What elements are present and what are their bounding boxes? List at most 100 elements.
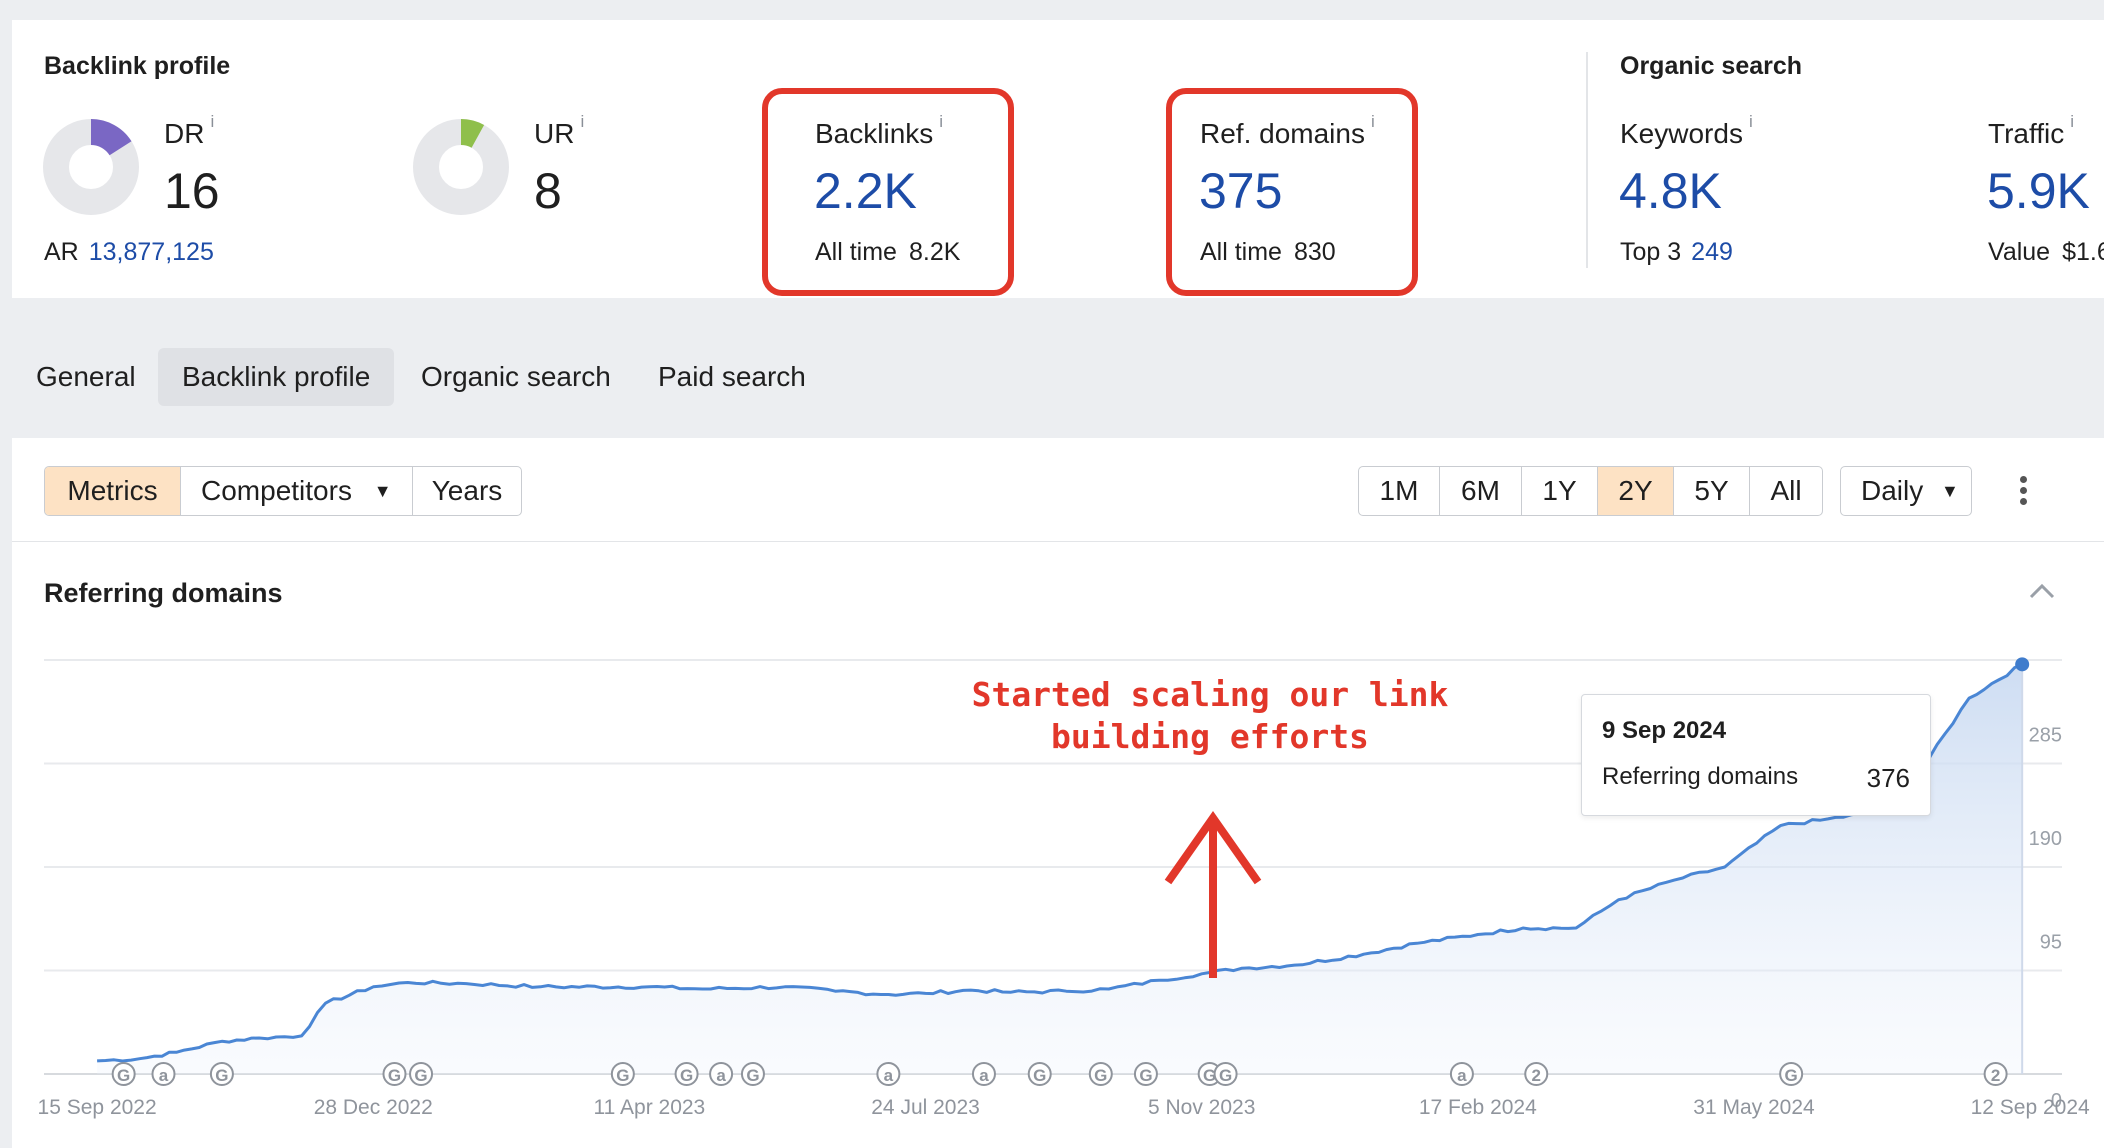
event-marker-icon[interactable]: G — [1088, 1062, 1113, 1086]
scaling-annotation: Started scaling our link building effort… — [960, 674, 1460, 758]
x-tick-label: 24 Jul 2023 — [871, 1096, 980, 1119]
ar-row: AR 13,877,125 — [44, 238, 214, 267]
event-marker-icon[interactable]: G — [1779, 1062, 1804, 1086]
annotation-line-2: building efforts — [1051, 717, 1369, 756]
ref-domains-label: Ref. domains i — [1200, 112, 1375, 150]
event-marker-icon[interactable]: 2 — [1983, 1062, 2008, 1086]
tab-general[interactable]: General — [12, 348, 160, 406]
traffic-value-row: Value $1.6 — [1988, 238, 2104, 267]
svg-text:G: G — [1033, 1066, 1046, 1085]
keywords-label: Keywords i — [1620, 112, 1753, 150]
svg-text:2: 2 — [1991, 1066, 2000, 1085]
backlinks-alltime: All time 8.2K — [815, 238, 960, 267]
traffic-value-amount: $1.6 — [2062, 238, 2104, 266]
traffic-value[interactable]: 5.9K — [1988, 162, 2090, 220]
traffic-info-icon[interactable]: i — [2070, 112, 2074, 131]
svg-text:G: G — [117, 1066, 130, 1085]
event-marker-icon[interactable]: a — [971, 1062, 996, 1086]
collapse-chevron-icon[interactable] — [2028, 580, 2056, 602]
event-marker-icon[interactable]: G — [1027, 1062, 1052, 1086]
event-marker-icon[interactable]: G — [209, 1062, 234, 1086]
ur-label: UR i — [534, 112, 584, 150]
tab-organic-search[interactable]: Organic search — [397, 348, 635, 406]
backlinks-info-icon[interactable]: i — [939, 112, 943, 131]
svg-text:a: a — [1457, 1066, 1467, 1085]
y-tick-label: 95 — [2040, 932, 2062, 954]
x-tick-label: 15 Sep 2022 — [38, 1096, 157, 1119]
backlinks-value[interactable]: 2.2K — [814, 162, 917, 220]
event-marker-icon[interactable]: G — [409, 1062, 434, 1086]
event-marker-icon[interactable]: a — [709, 1062, 734, 1086]
competitors-caret-icon: ▼ — [373, 481, 392, 501]
interval-label: Daily — [1861, 475, 1924, 506]
competitors-dropdown[interactable]: Competitors ▼ — [181, 467, 413, 515]
tab-paid-search[interactable]: Paid search — [634, 348, 830, 406]
dr-donut-fill — [90, 119, 132, 156]
chart-tooltip: 9 Sep 2024 Referring domains 376 — [1581, 694, 1931, 816]
interval-dropdown-inner[interactable]: Daily ▼ — [1841, 467, 1971, 515]
event-marker-icon[interactable]: a — [1449, 1062, 1474, 1086]
svg-text:G: G — [388, 1066, 401, 1085]
dr-label: DR i — [164, 112, 214, 150]
backlinks-label-text: Backlinks — [815, 118, 934, 149]
ar-value[interactable]: 13,877,125 — [89, 238, 214, 266]
more-options-icon[interactable] — [2016, 472, 2030, 508]
annotation-line-1: Started scaling our link — [971, 675, 1449, 714]
event-marker-icon[interactable]: G — [1133, 1062, 1158, 1086]
range-1m[interactable]: 1M — [1359, 467, 1440, 515]
tooltip-date: 9 Sep 2024 — [1602, 717, 1727, 744]
keywords-top3: Top 3 249 — [1620, 238, 1733, 267]
interval-dropdown[interactable]: Daily ▼ — [1840, 466, 1972, 516]
tab-backlink-profile[interactable]: Backlink profile — [158, 348, 395, 406]
x-tick-label: 31 May 2024 — [1693, 1096, 1815, 1119]
backlink-profile-title: Backlink profile — [44, 52, 231, 80]
svg-text:G: G — [215, 1066, 228, 1085]
svg-text:a: a — [884, 1066, 894, 1085]
keywords-info-icon[interactable]: i — [1749, 112, 1753, 131]
event-marker-icon[interactable]: G — [1213, 1062, 1238, 1086]
event-marker-icon[interactable]: G — [740, 1062, 765, 1086]
annotation-arrow — [1164, 811, 1262, 978]
event-marker-icon[interactable]: G — [111, 1062, 136, 1086]
svg-text:2: 2 — [1532, 1066, 1541, 1085]
tooltip-value: 376 — [1866, 763, 1910, 793]
dr-donut — [43, 119, 139, 215]
x-tick-label: 12 Sep 2024 — [1971, 1096, 2090, 1119]
range-all[interactable]: All — [1750, 467, 1822, 515]
range-2y[interactable]: 2Y — [1598, 467, 1674, 515]
traffic-label-text: Traffic — [1988, 118, 2065, 149]
traffic-label: Traffic i — [1988, 112, 2074, 150]
backlinks-alltime-label: All time — [815, 238, 897, 266]
keywords-label-text: Keywords — [1620, 118, 1743, 149]
toolbar-divider — [12, 541, 2104, 542]
event-marker-icon[interactable]: G — [674, 1062, 699, 1086]
svg-text:G: G — [1219, 1066, 1232, 1085]
y-tick-label: 190 — [2029, 828, 2062, 850]
svg-text:G: G — [1139, 1066, 1152, 1085]
x-tick-label: 28 Dec 2022 — [314, 1096, 433, 1119]
ref-domains-value[interactable]: 375 — [1199, 162, 1282, 220]
dr-info-icon[interactable]: i — [210, 112, 214, 131]
metrics-toggle[interactable]: Metrics — [45, 467, 181, 515]
event-marker-icon[interactable]: a — [151, 1062, 176, 1086]
ur-donut-fill — [460, 119, 485, 149]
dr-value: 16 — [164, 163, 220, 219]
hover-point — [2015, 657, 2030, 672]
interval-caret-icon: ▼ — [1941, 481, 1959, 501]
keywords-value[interactable]: 4.8K — [1619, 162, 1722, 220]
ur-info-icon[interactable]: i — [580, 112, 584, 131]
svg-text:G: G — [680, 1066, 693, 1085]
event-marker-icon[interactable]: G — [382, 1062, 407, 1086]
event-marker-icon[interactable]: G — [610, 1062, 635, 1086]
event-marker-icon[interactable]: 2 — [1524, 1062, 1549, 1086]
event-marker-icon[interactable]: a — [876, 1062, 901, 1086]
range-6m[interactable]: 6M — [1440, 467, 1522, 515]
keywords-top3-value[interactable]: 249 — [1691, 238, 1733, 266]
ref-domains-info-icon[interactable]: i — [1371, 112, 1375, 131]
view-toggle-group: Metrics Competitors ▼ Years — [44, 466, 522, 516]
range-5y[interactable]: 5Y — [1674, 467, 1750, 515]
range-1y[interactable]: 1Y — [1522, 467, 1598, 515]
years-toggle[interactable]: Years — [413, 467, 521, 515]
ar-label: AR — [44, 238, 79, 266]
dr-label-text: DR — [164, 118, 205, 149]
